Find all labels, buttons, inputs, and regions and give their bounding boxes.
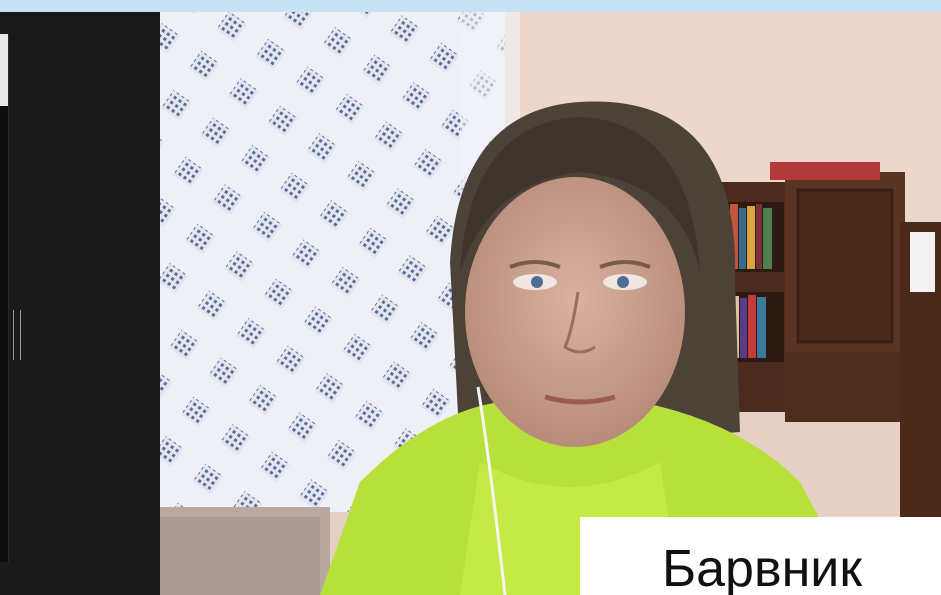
video-call-window: Барвник (0, 0, 941, 595)
participant-name-label: Барвник (580, 517, 941, 595)
participant-name: Барвник (662, 540, 863, 595)
panel-resize-handle[interactable] (13, 310, 21, 360)
participant-video-tile[interactable]: Барвник (160, 12, 941, 595)
participant-video-feed (160, 12, 941, 595)
window-top-bar (0, 0, 941, 12)
side-panel-edge-highlight (0, 34, 8, 106)
side-panel (0, 12, 160, 595)
side-panel-edge (0, 34, 9, 562)
